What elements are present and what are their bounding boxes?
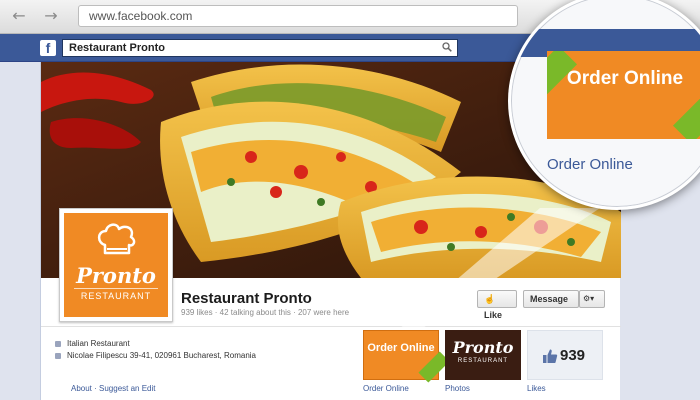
search-icon[interactable] [442,42,452,52]
photos-tile-subtitle: RESTAURANT [457,358,509,364]
photos-tile[interactable]: Pronto RESTAURANT [445,330,521,380]
info-category: Italian Restaurant [55,338,256,350]
photos-tile-wordmark: Pronto [452,338,514,357]
pronto-logo: Pronto RESTAURANT [64,213,168,317]
likes-count: 939 [560,347,586,364]
gear-icon[interactable]: ⚙▾ [579,290,605,308]
about-info: Italian Restaurant Nicolae Filipescu 39-… [55,338,256,362]
like-button[interactable]: ☝ Like [477,290,517,320]
profile-picture[interactable]: Pronto RESTAURANT [59,208,173,322]
like-label: Like [484,310,503,320]
tile-stripe [673,86,700,139]
info-address-text: Nicolae Filipescu 39-41, 020961 Buchares… [67,351,256,360]
logo-divider [74,288,158,289]
tag-icon [55,341,61,347]
search-input[interactable]: Restaurant Pronto [62,39,458,57]
logo-subtitle: RESTAURANT [80,291,152,301]
magnified-order-online-tile[interactable]: Order Online [547,51,700,139]
thumbs-up-icon: ☝ [484,294,496,304]
divider [41,326,621,327]
order-online-tile[interactable]: Order Online [363,330,450,383]
logo-wordmark: Pronto [76,263,156,288]
page-title[interactable]: Restaurant Pronto [181,290,312,307]
order-online-tile-text: Order Online [367,342,435,354]
magnified-tile-text: Order Online [566,68,684,89]
photos-link[interactable]: Photos [445,384,470,393]
location-icon [55,353,61,359]
info-category-text[interactable]: Italian Restaurant [67,339,130,348]
thumbs-up-icon [543,349,558,363]
screenshot: ← → www.facebook.com f Restaurant Pronto [0,0,700,400]
chef-hat-icon [97,223,136,255]
order-online-link[interactable]: Order Online [363,384,409,393]
likes-link[interactable]: Likes [527,384,546,393]
magnified-order-online-link[interactable]: Order Online [547,156,633,173]
message-button[interactable]: Message [523,290,579,308]
info-address: Nicolae Filipescu 39-41, 020961 Buchares… [55,350,256,362]
arrow-left-icon[interactable]: ← [8,6,30,26]
facebook-logo-icon[interactable]: f [40,40,56,56]
likes-tile[interactable]: 939 [527,330,603,380]
about-links[interactable]: About · Suggest an Edit [71,384,156,393]
search-value: Restaurant Pronto [69,42,165,54]
address-bar[interactable]: www.facebook.com [78,5,518,27]
page-stats: 939 likes · 42 talking about this · 207 … [181,308,350,317]
arrow-right-icon[interactable]: → [40,6,62,26]
